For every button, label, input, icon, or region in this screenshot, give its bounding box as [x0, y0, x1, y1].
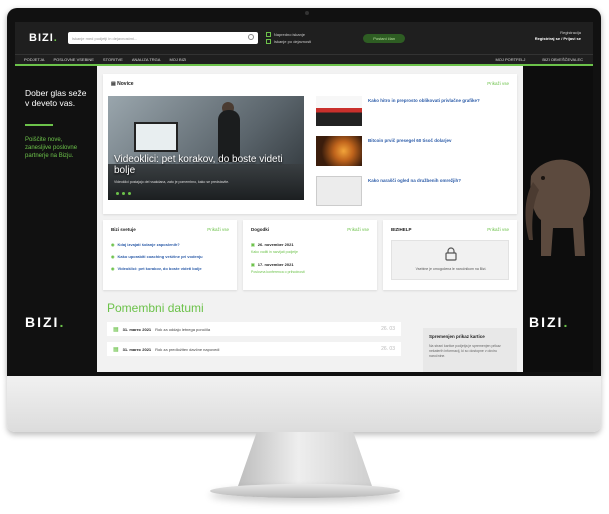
hero-article[interactable]: Videoklici: pet korakov, do boste videti…: [108, 96, 304, 200]
advice-link[interactable]: Videoklici: pet korakov, do boste videti…: [111, 266, 202, 271]
hero-title: Videoklici: pet korakov, do boste videti…: [114, 154, 283, 176]
checkbox-advanced-search[interactable]: Napredno iskanje: [266, 32, 311, 37]
nav-item-analiza-trga[interactable]: Analiza trga: [132, 57, 161, 62]
event-date: 17. november 2021: [251, 262, 294, 267]
news-item-title: Kako narašči ogled na družbenih omrežjih…: [368, 178, 462, 183]
left-banner-title: Dober glas seže v deveto vas.: [25, 88, 87, 108]
left-banner-logo: BIZI.: [25, 314, 66, 330]
info-card: Spremenjen prikaz kartice Na strani kart…: [423, 328, 517, 372]
monitor-mockup: BIZI. Iskanje med podjetji in dejavnostm…: [0, 0, 609, 514]
event-desc[interactable]: Poslovna konferenca o prihodnosti: [251, 270, 305, 274]
membership-pill[interactable]: Postani član: [363, 33, 406, 43]
news-more-link[interactable]: Prikaži vse: [487, 81, 509, 86]
info-card-body: Na strani kartice podjetja je spremenjen…: [429, 344, 501, 358]
nav-item-moj-bizi[interactable]: Moj Bizi: [169, 57, 186, 62]
hero-monitor-shape: [134, 122, 178, 152]
card-bizihelp: BIZIHELP Prikaži vse Vsebine je omogočen…: [383, 220, 517, 290]
news-title: ▤ Novice: [111, 81, 134, 87]
card-more-link[interactable]: Prikaži vse: [347, 227, 369, 232]
monitor-chin: [7, 376, 601, 432]
important-dates-title: Pomembni datumi: [107, 301, 204, 315]
date-row[interactable]: ▦ 31. marec 2021 Rok za oddajo letnega p…: [107, 322, 401, 336]
search-placeholder: Iskanje med podjetji in dejavnostmi...: [71, 35, 138, 41]
news-item-title: Kako hitro in preprosto oblikovati privl…: [368, 98, 480, 103]
main-content: ▤ Novice Prikaži vse Videoklici: pet kor…: [97, 66, 523, 372]
news-thumb-views: [316, 176, 362, 206]
left-banner-divider: [25, 124, 53, 126]
nav-item-storitve[interactable]: Storitve: [103, 57, 123, 62]
search-icon[interactable]: [247, 34, 254, 40]
date-row-num: 26. 03: [381, 346, 395, 352]
nav-item-podjetja[interactable]: Podjetja: [24, 57, 44, 62]
calendar-icon: ▦: [113, 326, 119, 333]
date-row-text: Rok za predložitev davčne napovedi: [155, 346, 220, 352]
locked-content-box: Vsebine je omogočena le naročnikom na Bi…: [391, 240, 509, 280]
date-row[interactable]: ▦ 31. marec 2021 Rok za predložitev davč…: [107, 342, 401, 356]
search-input[interactable]: Iskanje med podjetji in dejavnostmi...: [67, 32, 258, 44]
monitor-stand-base: [210, 484, 400, 498]
nav-item-portfolio[interactable]: Moj portfelj: [495, 57, 525, 62]
left-ad-banner[interactable]: Dober glas seže v deveto vas. Poiščite n…: [15, 66, 97, 372]
site-logo[interactable]: BIZI.: [29, 32, 58, 44]
news-thumb-graphics: [316, 96, 362, 126]
date-row-date: 31. marec 2021: [122, 346, 152, 352]
nav-item-notifier[interactable]: Bizi obveščevalec: [542, 57, 583, 62]
card-title: Dogodki: [251, 227, 269, 232]
card-dogodki: Dogodki Prikaži vse 26. november 2021 Ka…: [243, 220, 377, 290]
top-bar: BIZI. Iskanje med podjetji in dejavnostm…: [15, 22, 593, 54]
checkbox-activity-search[interactable]: Iskanje po dejavnosti: [266, 39, 311, 44]
right-ad-banner[interactable]: BIZI.: [523, 66, 593, 372]
locked-text: Vsebine je omogočena le naročnikom na Bi…: [415, 267, 487, 271]
date-row-num: 26. 03: [381, 326, 395, 332]
hero-subtitle: Videoklici postajajo del vsakdana, zato …: [114, 180, 230, 184]
search-options: Napredno iskanje Iskanje po dejavnosti: [266, 32, 311, 45]
card-more-link[interactable]: Prikaži vse: [487, 227, 509, 232]
calendar-icon: ▦: [113, 346, 119, 353]
event-date: 26. november 2021: [251, 242, 294, 247]
nav-item-poslovne-vsebine[interactable]: Poslovne vsebine: [53, 57, 93, 62]
news-item-title: Bitcoin prvič presegel 60 tisoč dolarjev: [368, 138, 452, 143]
advice-link[interactable]: Kdaj izvajati šolanje zaposlenih?: [111, 242, 180, 247]
elephant-image: [525, 159, 591, 256]
account-area: Registracija Registriraj se / Prijavi se: [535, 30, 581, 42]
news-section: ▤ Novice Prikaži vse Videoklici: pet kor…: [103, 74, 517, 214]
webcam-dot: [305, 11, 309, 15]
card-more-link[interactable]: Prikaži vse: [207, 227, 229, 232]
card-title: BIZIHELP: [391, 227, 412, 232]
news-item[interactable]: Kako hitro in preprosto oblikovati privl…: [316, 96, 511, 126]
date-row-text: Rok za oddajo letnega poročila: [155, 326, 211, 332]
monitor-stand-neck: [238, 432, 372, 486]
news-item[interactable]: Bitcoin prvič presegel 60 tisoč dolarjev: [316, 136, 511, 166]
right-banner-logo: BIZI.: [529, 314, 570, 330]
date-row-date: 31. marec 2021: [122, 326, 152, 332]
main-nav: Podjetja Poslovne vsebine Storitve Anali…: [15, 54, 593, 64]
event-desc[interactable]: Kako voditi in razvijati podjetje: [251, 250, 298, 254]
account-links[interactable]: Registriraj se / Prijavi se: [535, 36, 581, 41]
news-item[interactable]: Kako narašči ogled na družbenih omrežjih…: [316, 176, 511, 206]
lock-icon: [445, 247, 457, 261]
carousel-dots[interactable]: [116, 192, 131, 195]
advice-link[interactable]: Kako uporabiti coaching veščine pri vode…: [111, 254, 203, 259]
info-card-title: Spremenjen prikaz kartice: [429, 334, 485, 339]
card-bizi-svetuje: Bizi svetuje Prikaži vse Kdaj izvajati š…: [103, 220, 237, 290]
screen: BIZI. Iskanje med podjetji in dejavnostm…: [15, 22, 593, 372]
left-banner-subtitle: Poiščite nove, zanesljive poslovne partn…: [25, 137, 78, 159]
card-title: Bizi svetuje: [111, 227, 136, 232]
news-thumb-bitcoin: [316, 136, 362, 166]
